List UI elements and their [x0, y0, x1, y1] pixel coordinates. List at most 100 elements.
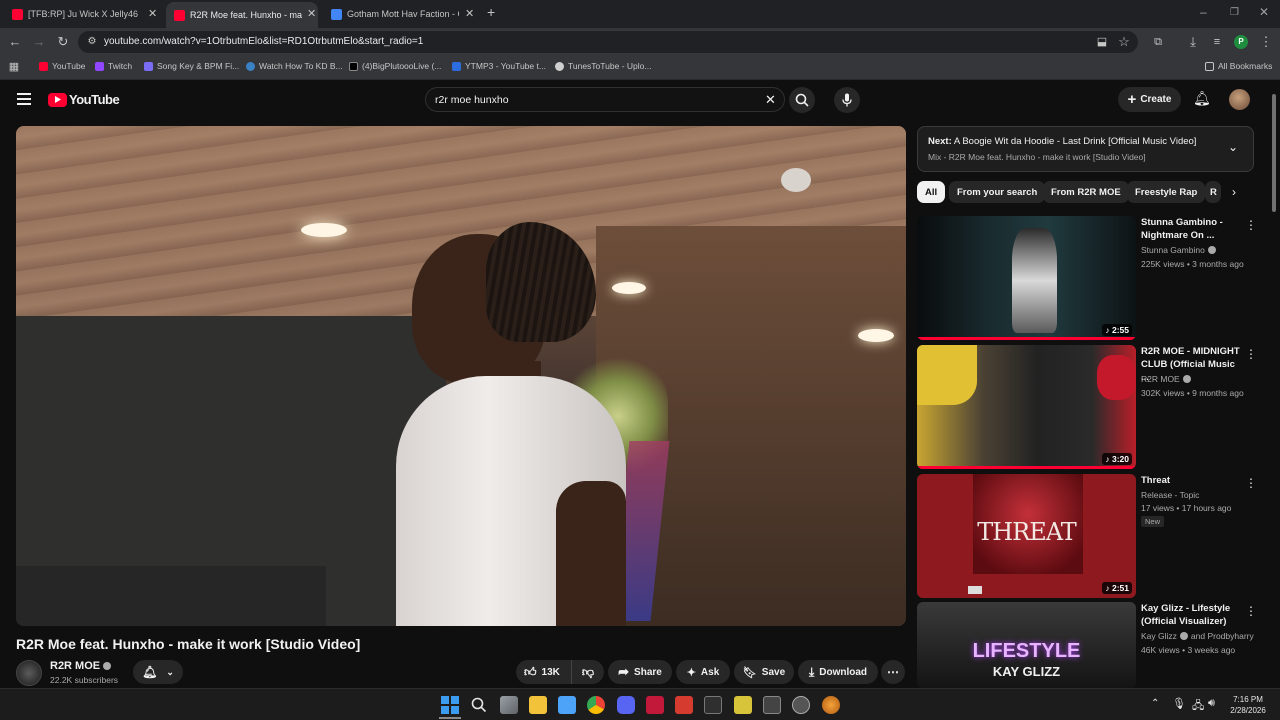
account-avatar[interactable] [1229, 89, 1250, 110]
bookmark-bigplutooo[interactable]: (4)BigPlutoooLive (... [349, 61, 441, 71]
tab-tfb-rp[interactable]: [TFB:RP] Ju Wick X Jelly46 X Eli [12, 4, 140, 24]
notifications-bell-icon[interactable]: 🔔︎ [1193, 90, 1211, 107]
video-thumbnail[interactable]: THREAT ♪ 2:51 [917, 474, 1136, 598]
more-vertical-icon[interactable]: ⋮ [1245, 476, 1257, 490]
app-gray-icon[interactable] [763, 696, 781, 714]
maximize-icon[interactable]: ❐ [1230, 7, 1239, 18]
chip-from-your-search[interactable]: From your search [949, 181, 1046, 203]
bookmark-watch-kd[interactable]: Watch How To KD B... [246, 61, 343, 71]
chevron-up-icon[interactable]: ⌃ [1151, 698, 1159, 709]
video-thumbnail[interactable]: ♪ 2:55 [917, 216, 1136, 340]
ask-button[interactable]: ✦ Ask [676, 660, 730, 684]
channel-name[interactable]: R2R MOE [50, 660, 100, 672]
chevron-down-icon[interactable]: ⌄ [1228, 140, 1238, 154]
bookmark-youtube[interactable]: YouTube [39, 61, 85, 71]
recommendation-card[interactable]: ♪ 3:20 R2R MOE - MIDNIGHT CLUB (Official… [917, 345, 1257, 469]
up-next-mix-panel[interactable]: Next: A Boogie Wit da Hoodie - Last Drin… [917, 126, 1254, 172]
scrollbar-thumb[interactable] [1272, 94, 1276, 212]
search-button[interactable] [789, 87, 815, 113]
app-circle-icon[interactable] [792, 696, 810, 714]
subscriber-count: 22.2K subscribers [50, 675, 119, 685]
download-button[interactable]: ⤓ Download [798, 660, 878, 684]
chrome-icon[interactable] [587, 696, 605, 714]
more-vertical-icon[interactable]: ⋮ [1245, 347, 1257, 361]
url-text[interactable]: youtube.com/watch?v=1OtrbutmElo&list=RD1… [104, 36, 423, 47]
more-vertical-icon[interactable]: ⋮ [1245, 218, 1257, 232]
save-button[interactable]: 🔖︎ Save [734, 660, 794, 684]
chip-from-r2r-moe[interactable]: From R2R MOE [1043, 181, 1129, 203]
task-view-icon[interactable] [500, 696, 518, 714]
media-controls-icon[interactable]: ≡ [1209, 34, 1225, 50]
bookmark-twitch[interactable]: Twitch [95, 61, 132, 71]
close-tab-icon[interactable]: ✕ [465, 7, 474, 20]
windows-start-icon[interactable] [441, 696, 459, 714]
forward-icon[interactable]: → [31, 34, 47, 50]
clear-search-icon[interactable]: ✕ [765, 92, 776, 108]
chrome-menu-icon[interactable]: ⋮ [1258, 34, 1274, 50]
chip-partial[interactable]: R [1205, 181, 1221, 203]
install-app-icon[interactable]: ⬓ [1094, 34, 1110, 50]
file-explorer-icon[interactable] [529, 696, 547, 714]
channel-name-row[interactable]: R2R MOE [50, 660, 112, 672]
search-icon[interactable] [470, 696, 488, 714]
save-label: Save [761, 666, 786, 678]
app-dark-icon[interactable] [704, 696, 722, 714]
apps-grid-icon[interactable]: ▦ [6, 59, 22, 75]
tab-r2r-moe[interactable]: R2R Moe feat. Hunxho - make it [166, 2, 318, 28]
video-thumbnail[interactable]: ♪ 3:20 [917, 345, 1136, 469]
recommendation-title[interactable]: Threat [1141, 474, 1241, 487]
all-bookmarks[interactable]: All Bookmarks [1205, 61, 1272, 71]
video-player[interactable] [16, 126, 906, 626]
hamburger-menu-icon[interactable] [17, 93, 31, 105]
bookmark-tunestotube[interactable]: TunesToTube - Uplo... [555, 61, 651, 71]
more-vertical-icon[interactable]: ⋮ [1245, 604, 1257, 618]
close-tab-icon[interactable]: ✕ [148, 7, 157, 20]
recommendation-card[interactable]: ♪ 2:55 Stunna Gambino - Nightmare On ...… [917, 216, 1257, 340]
share-button[interactable]: ➦ Share [608, 660, 672, 684]
tab-gotham[interactable]: Gotham Mott Hav Faction - Go [331, 4, 459, 24]
site-info-icon[interactable]: ⚙ [84, 34, 100, 50]
recommendation-title[interactable]: Stunna Gambino - Nightmare On ... [1141, 216, 1241, 242]
chip-all[interactable]: All [917, 181, 946, 203]
youtube-logo[interactable]: YouTube [48, 92, 120, 107]
recommendation-card[interactable]: LIFESTYLE KAY GLIZZ Kay Glizz - Lifestyl… [917, 602, 1257, 688]
app-red-b-icon[interactable] [675, 696, 693, 714]
video-thumbnail[interactable]: LIFESTYLE KAY GLIZZ [917, 602, 1136, 688]
photos-icon[interactable] [558, 696, 576, 714]
like-button[interactable]: 👍︎ 13K [516, 660, 572, 684]
downloads-icon[interactable]: ⤓ [1185, 34, 1201, 50]
subscribed-notifications-button[interactable]: 🔔︎ ⌄ [133, 660, 183, 684]
close-tab-icon[interactable]: ✕ [307, 7, 316, 20]
microphone-tray-icon[interactable]: 🎙︎ [1172, 697, 1186, 710]
network-icon[interactable]: 🖧︎ [1192, 697, 1204, 716]
fl-studio-icon[interactable] [822, 696, 840, 714]
create-button[interactable]: + Create [1118, 87, 1181, 112]
channel-avatar[interactable] [16, 660, 42, 686]
search-box[interactable]: r2r moe hunxho ✕ [425, 87, 785, 112]
recommendation-title[interactable]: Kay Glizz - Lifestyle (Official Visualiz… [1141, 602, 1241, 628]
recommendation-card[interactable]: THREAT ♪ 2:51 Threat Release - Topic 17 … [917, 474, 1257, 598]
bookmark-song-key[interactable]: Song Key & BPM Fi... [144, 61, 239, 71]
voice-search-button[interactable] [834, 87, 860, 113]
app-red-a-icon[interactable] [646, 696, 664, 714]
verified-badge-icon [1179, 632, 1188, 640]
chip-freestyle-rap[interactable]: Freestyle Rap [1127, 181, 1206, 203]
new-tab-icon[interactable]: + [487, 4, 495, 20]
page-scrollbar[interactable] [1271, 84, 1277, 684]
dislike-button[interactable]: 👎︎ [572, 660, 604, 684]
bookmark-star-icon[interactable]: ☆ [1116, 34, 1132, 50]
extensions-icon[interactable]: ⧉ [1150, 34, 1166, 50]
volume-icon[interactable]: 🔊︎ [1208, 697, 1215, 710]
minimize-icon[interactable]: – [1200, 5, 1207, 19]
chevron-right-icon[interactable]: › [1232, 185, 1236, 199]
search-input[interactable]: r2r moe hunxho [435, 94, 509, 106]
profile-avatar[interactable]: P [1234, 35, 1248, 49]
reload-icon[interactable]: ↻ [55, 34, 71, 50]
app-yellow-icon[interactable] [734, 696, 752, 714]
clock[interactable]: 7:16 PM 2/28/2026 [1228, 694, 1268, 716]
back-icon[interactable]: ← [7, 34, 23, 50]
discord-icon[interactable] [617, 696, 635, 714]
bookmark-ytmp3[interactable]: YTMP3 - YouTube t... [452, 61, 546, 71]
more-actions-button[interactable]: ⋯ [881, 660, 905, 684]
close-window-icon[interactable]: ✕ [1259, 5, 1269, 19]
